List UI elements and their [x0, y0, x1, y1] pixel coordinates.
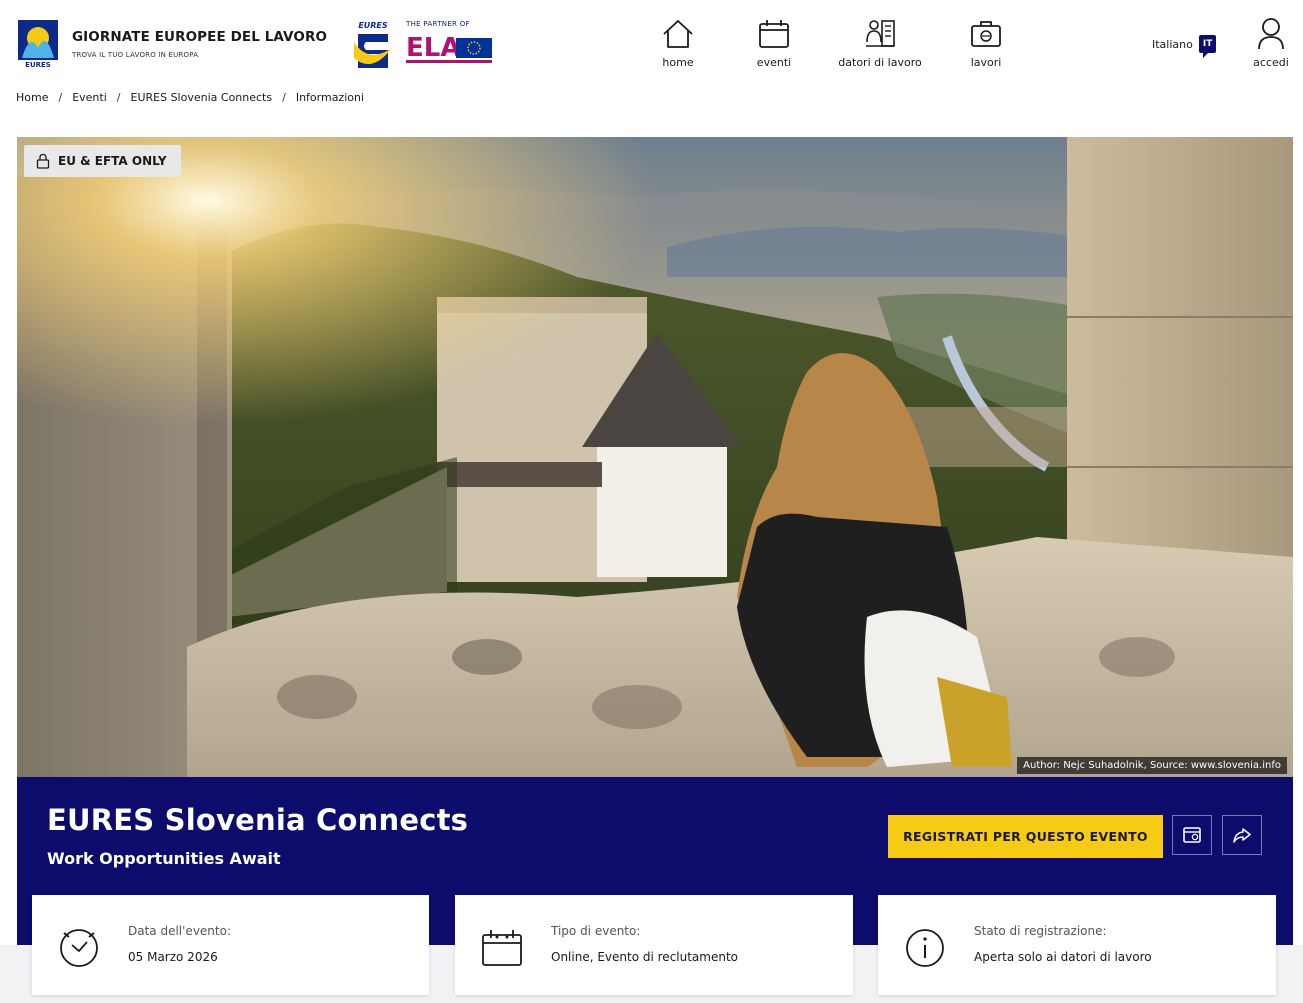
share-button[interactable]: [1222, 815, 1262, 855]
event-date-card: Data dell'evento: 05 Marzo 2026: [32, 895, 429, 995]
login-button[interactable]: accedi: [1248, 16, 1294, 69]
user-icon: [1258, 18, 1284, 50]
breadcrumb-separator: /: [282, 91, 286, 104]
clock-icon: [60, 929, 98, 967]
nav-eventi-label: eventi: [756, 56, 792, 69]
nav-datori-label: datori di lavoro: [838, 56, 922, 69]
event-type-label: Tipo di evento:: [551, 924, 641, 938]
nav-home[interactable]: home: [640, 16, 716, 69]
ela-partner-logo[interactable]: THE PARTNER OF ELA: [406, 20, 494, 70]
eures-logo-text: EURES: [358, 21, 388, 30]
briefcase-icon: [971, 21, 1001, 47]
breadcrumb-separator: /: [116, 91, 121, 104]
eu-efta-only-badge: EU & EFTA ONLY: [24, 145, 181, 177]
brand-title: GIORNATE EUROPEE DEL LAVORO: [72, 29, 328, 45]
breadcrumb-home[interactable]: Home: [16, 91, 48, 104]
ela-logo-icon: ELA: [406, 32, 494, 70]
hero-image: EU & EFTA ONLY Author: Nejc Suhadolnik, …: [17, 137, 1293, 777]
site-header: EURES GIORNATE EUROPEE DEL LAVORO TROVA …: [0, 0, 1303, 82]
breadcrumb-separator: /: [58, 91, 63, 104]
calendar-icon: [759, 20, 789, 48]
photo-credit: Author: Nejc Suhadolnik, Source: www.slo…: [1017, 757, 1287, 774]
registration-status-value: Aperta solo ai datori di lavoro: [974, 950, 1152, 964]
calendar-add-icon: [1183, 827, 1201, 843]
event-type-value: Online, Evento di reclutamento: [551, 950, 739, 964]
lock-icon: [36, 153, 50, 169]
breadcrumb-current: Informazioni: [295, 91, 365, 104]
eu-efta-only-label: EU & EFTA ONLY: [58, 154, 167, 168]
add-to-calendar-button[interactable]: [1172, 815, 1212, 855]
calendar-icon: [482, 930, 522, 966]
language-code-badge: IT: [1198, 35, 1217, 58]
event-date-value: 05 Marzo 2026: [128, 950, 218, 964]
breadcrumb-event[interactable]: EURES Slovenia Connects: [131, 91, 273, 104]
svg-text:EURES: EURES: [25, 61, 51, 69]
nav-lavori-label: lavori: [970, 56, 1002, 69]
nav-datori-di-lavoro[interactable]: datori di lavoro: [832, 16, 928, 69]
breadcrumb-eventi[interactable]: Eventi: [72, 91, 107, 104]
ejd-logo-icon: EURES: [16, 18, 60, 70]
eures-logo-icon[interactable]: EURES: [350, 20, 396, 72]
brand-home-link[interactable]: EURES GIORNATE EUROPEE DEL LAVORO TROVA …: [16, 18, 327, 70]
nav-lavori[interactable]: lavori: [948, 16, 1024, 69]
info-icon: [906, 929, 944, 967]
main-nav: home eventi datori di lavoro lavori: [640, 16, 1044, 69]
employers-icon: [866, 20, 895, 47]
event-date-label: Data dell'evento:: [128, 924, 231, 938]
nav-home-label: home: [662, 56, 694, 69]
home-icon: [663, 20, 693, 48]
event-title: EURES Slovenia Connects: [47, 803, 469, 837]
event-subtitle: Work Opportunities Await: [47, 849, 281, 868]
ela-partner-text: THE PARTNER OF: [406, 20, 470, 28]
register-event-button[interactable]: REGISTRATI PER QUESTO EVENTO: [888, 815, 1163, 858]
event-type-card: Tipo di evento: Online, Evento di reclut…: [455, 895, 853, 995]
login-label: accedi: [1253, 56, 1289, 69]
ela-logo-text: ELA: [406, 33, 460, 63]
nav-eventi[interactable]: eventi: [736, 16, 812, 69]
brand-subtitle: TROVA IL TUO LAVORO IN EUROPA: [72, 51, 199, 59]
castle-landscape-image: [17, 137, 1293, 777]
language-selector[interactable]: Italiano IT: [1152, 35, 1217, 58]
breadcrumb: Home / Eventi / EURES Slovenia Connects …: [16, 91, 364, 104]
registration-status-card: Stato di registrazione: Aperta solo ai d…: [878, 895, 1276, 995]
share-icon: [1233, 828, 1251, 843]
language-label: Italiano: [1152, 37, 1193, 51]
registration-status-label: Stato di registrazione:: [974, 924, 1107, 938]
